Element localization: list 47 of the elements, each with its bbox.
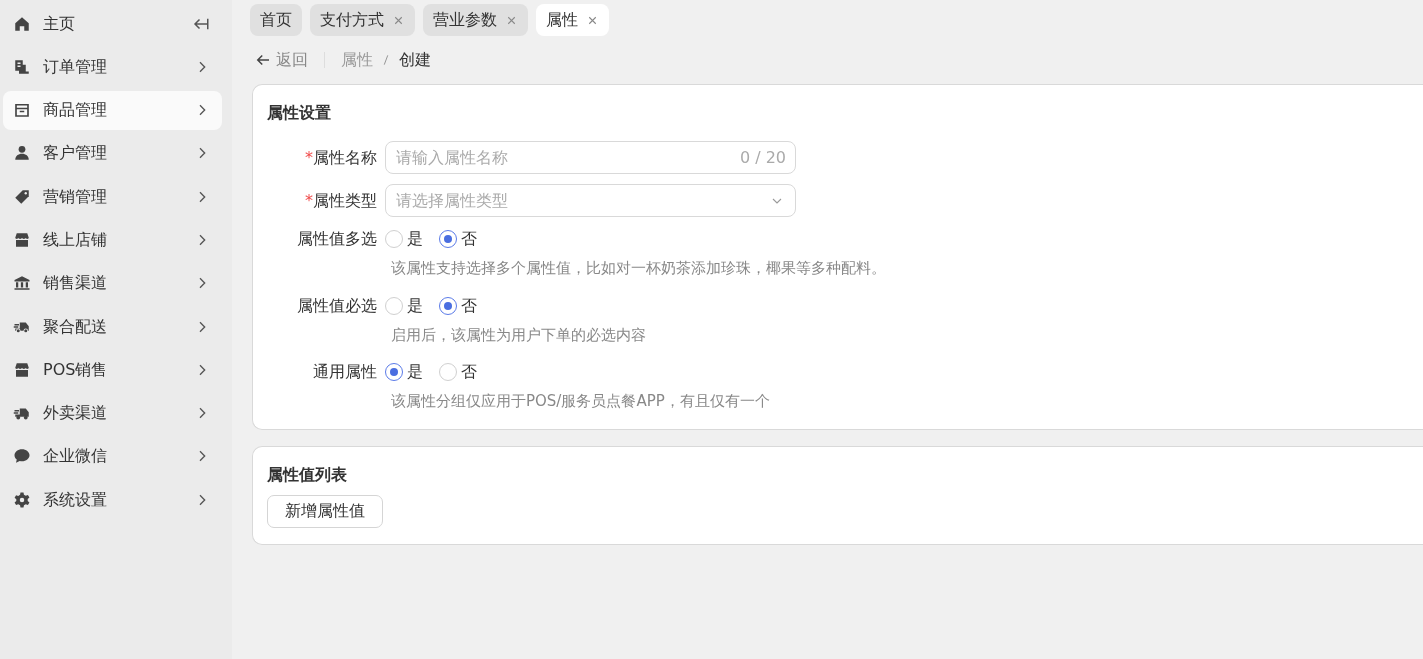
radio-option[interactable]: 是 <box>385 293 423 318</box>
field-label: *属性名称 <box>304 146 377 169</box>
settings-icon <box>13 490 31 509</box>
help-text: 该属性分组仅应用于POS/服务员点餐APP，有且仅有一个 <box>391 391 771 412</box>
bank-icon <box>13 274 31 293</box>
radio-option[interactable]: 否 <box>439 227 477 251</box>
tab[interactable]: 支付方式 <box>310 4 415 36</box>
sidebar-item[interactable]: 营销管理 <box>3 177 222 217</box>
field-label: 属性值多选 <box>296 228 377 250</box>
radio-button[interactable] <box>439 230 457 248</box>
tab[interactable]: 属性 <box>536 4 609 36</box>
chat-bubble-icon <box>13 447 31 466</box>
storefront-icon <box>13 231 31 249</box>
radio-option[interactable]: 否 <box>439 293 477 318</box>
receipt-icon <box>13 57 31 76</box>
sidebar-item[interactable]: 线上店铺 <box>3 220 222 260</box>
radio-button[interactable] <box>385 363 403 381</box>
tab[interactable]: 营业参数 <box>423 4 528 36</box>
help-text: 启用后，该属性为用户下单的必选内容 <box>391 324 647 346</box>
person-icon <box>13 144 31 163</box>
radio-option[interactable]: 是 <box>385 227 423 251</box>
section-title: 属性值列表 <box>267 463 348 486</box>
sidebar-item[interactable]: 企业微信 <box>3 436 222 476</box>
sidebar-item[interactable]: 聚合配送 <box>3 307 222 347</box>
field-label: 属性值必选 <box>296 294 377 317</box>
tab[interactable]: 首页 <box>250 4 302 36</box>
breadcrumb-current: 创建 <box>399 49 431 71</box>
sidebar-item[interactable]: 外卖渠道 <box>3 393 222 433</box>
sidebar-item[interactable]: 客户管理 <box>3 133 222 173</box>
sidebar-item[interactable]: 商品管理 <box>3 90 222 130</box>
field-label: *属性类型 <box>304 189 377 212</box>
help-text: 该属性支持选择多个属性值，比如对一杯奶茶添加珍珠，椰果等多种配料。 <box>391 258 887 279</box>
radio-button[interactable] <box>439 296 457 315</box>
tag-icon <box>13 187 31 206</box>
section-title: 属性设置 <box>267 102 332 124</box>
sidebar-item[interactable]: 销售渠道 <box>3 263 222 303</box>
sidebar-item[interactable]: 系统设置 <box>3 480 222 520</box>
add-value-button[interactable]: 新增属性值 <box>267 494 383 528</box>
sidebar-item[interactable]: 主页 <box>3 4 222 43</box>
radio-option[interactable]: 否 <box>439 360 477 384</box>
box-icon <box>13 101 31 120</box>
storefront-icon <box>13 360 31 379</box>
field-label: 通用属性 <box>312 361 377 383</box>
radio-option[interactable]: 是 <box>385 360 423 384</box>
sidebar-item[interactable]: POS销售 <box>3 350 222 390</box>
character-counter: 0 / 20 <box>739 147 786 169</box>
sidebar-item[interactable]: 订单管理 <box>3 47 222 87</box>
